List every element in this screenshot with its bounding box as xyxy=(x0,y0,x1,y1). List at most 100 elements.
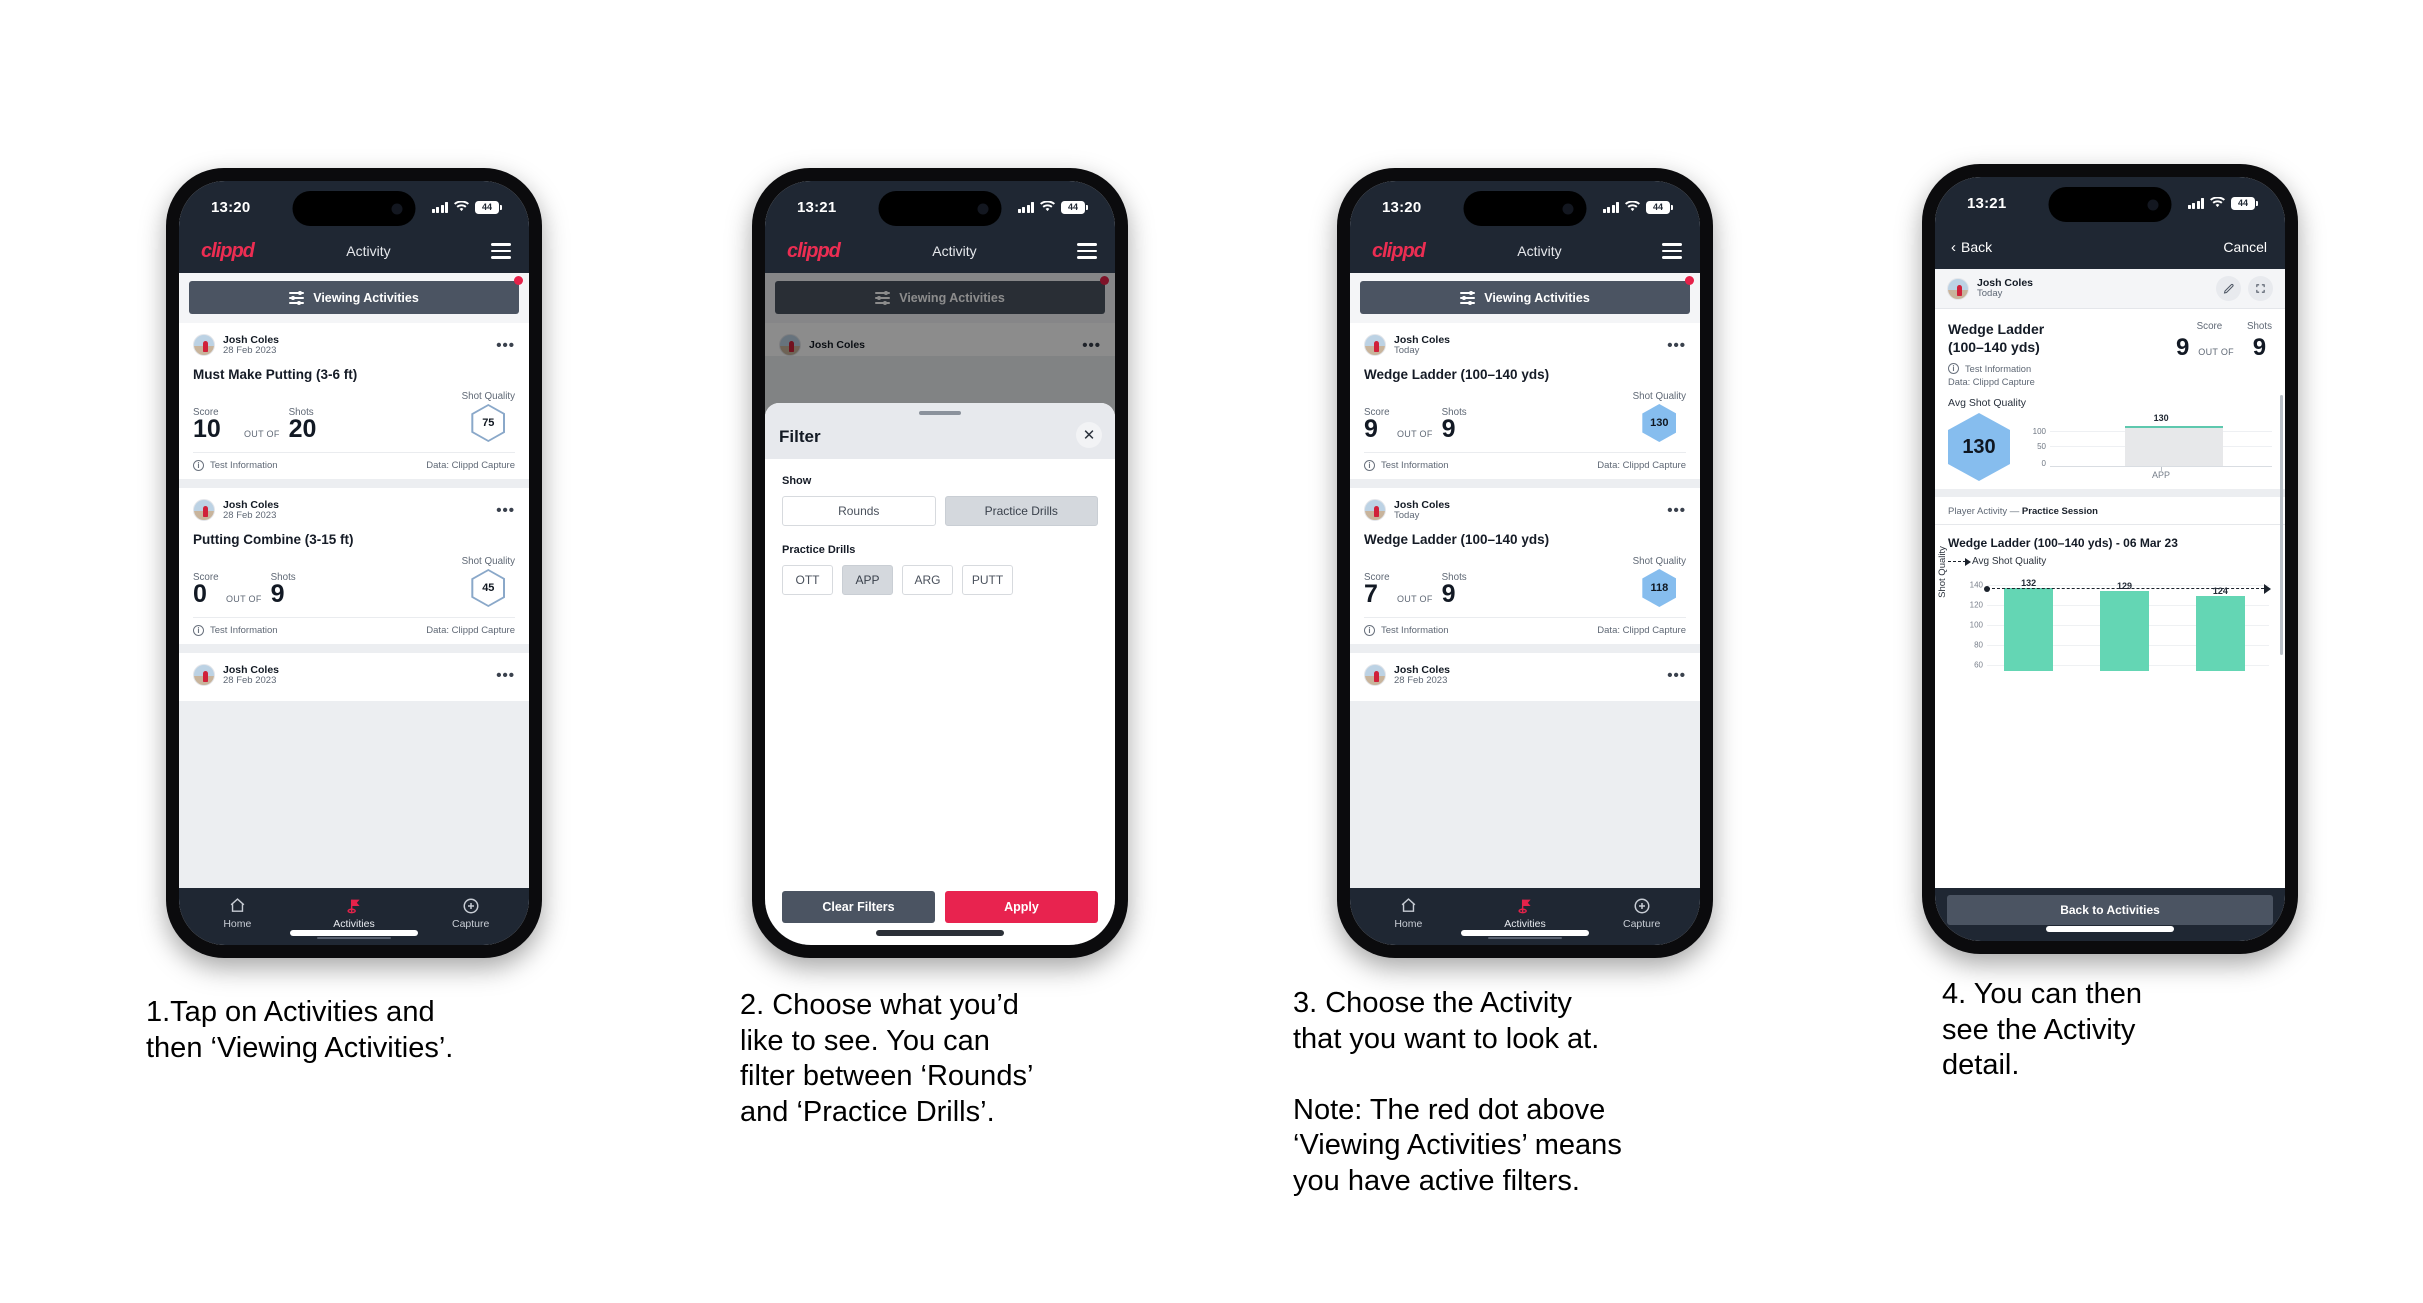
card-overflow-menu-icon[interactable]: ••• xyxy=(1667,668,1686,683)
practice-drills-section-label: Practice Drills xyxy=(782,544,856,556)
test-information-label[interactable]: Test Information xyxy=(210,625,278,636)
activity-feed[interactable]: Josh Coles Today ••• Wedge Ladder (100–1… xyxy=(1350,323,1700,888)
battery-indicator: 44 xyxy=(2231,196,2258,210)
tab-home-label: Home xyxy=(223,918,252,930)
avg-shot-quality-badge: 130 xyxy=(1948,413,2010,481)
tab-activities-label: Activities xyxy=(1504,918,1546,930)
wifi-icon xyxy=(1625,201,1640,212)
activity-card[interactable]: Josh Coles 28 Feb 2023 ••• xyxy=(1350,652,1700,701)
test-information-label[interactable]: Test Information xyxy=(210,460,278,471)
back-to-activities-button[interactable]: Back to Activities xyxy=(1947,895,2273,925)
test-information-label[interactable]: Test Information xyxy=(1381,625,1449,636)
tab-capture-label: Capture xyxy=(452,918,490,930)
activity-card[interactable]: Josh Coles Today ••• Wedge Ladder (100–1… xyxy=(1350,323,1700,479)
chart-ytick: 60 xyxy=(1974,660,1983,670)
card-overflow-menu-icon[interactable]: ••• xyxy=(496,503,515,518)
card-overflow-menu-icon[interactable]: ••• xyxy=(496,338,515,353)
tab-home-label: Home xyxy=(1394,918,1423,930)
shot-quality-badge: 118 xyxy=(1642,568,1677,607)
out-of-label: OUT OF xyxy=(226,593,262,604)
tab-capture-label: Capture xyxy=(1623,918,1661,930)
cellular-signal-icon xyxy=(2187,197,2204,209)
scrollbar[interactable] xyxy=(2280,395,2283,655)
detail-test-information[interactable]: Test Information xyxy=(1965,364,2031,374)
tab-home[interactable]: Home xyxy=(1350,895,1467,930)
apply-button[interactable]: Apply xyxy=(945,891,1098,923)
shots-value: 9 xyxy=(1441,415,1456,444)
phone-2-filter-sheet: 13:21 44 clippd Activity Viewing Activit… xyxy=(752,168,1128,958)
clear-filters-button[interactable]: Clear Filters xyxy=(782,891,935,923)
tab-capture[interactable]: Capture xyxy=(1583,895,1700,930)
activity-feed[interactable]: Josh Coles 28 Feb 2023 ••• Must Make Put… xyxy=(179,323,529,888)
chip-arg[interactable]: ARG xyxy=(902,565,953,595)
back-button[interactable]: ‹ Back xyxy=(1951,239,1992,255)
status-time: 13:21 xyxy=(797,198,837,216)
hamburger-menu-icon[interactable] xyxy=(491,243,511,259)
activity-card[interactable]: Josh Coles 28 Feb 2023 ••• Must Make Put… xyxy=(179,323,529,479)
hamburger-menu-icon[interactable] xyxy=(1662,243,1682,259)
tab-activities[interactable]: Activities xyxy=(296,895,413,939)
card-overflow-menu-icon[interactable]: ••• xyxy=(1667,338,1686,353)
chart-ytick: 120 xyxy=(1969,600,1983,610)
shot-quality-label: Shot Quality xyxy=(1632,555,1686,567)
activity-card[interactable]: Josh Coles 28 Feb 2023 ••• Putting Combi… xyxy=(179,487,529,644)
caption-line: that you want to look at. xyxy=(1293,1022,1600,1055)
shots-value: 20 xyxy=(288,415,317,444)
sheet-drag-handle[interactable] xyxy=(919,411,961,415)
viewing-activities-button[interactable]: Viewing Activities xyxy=(189,281,519,314)
app-header: clippd Activity xyxy=(765,229,1115,273)
shot-quality-label: Shot Quality xyxy=(461,390,515,402)
tab-capture[interactable]: Capture xyxy=(412,895,529,930)
avatar xyxy=(1364,499,1386,522)
activity-card[interactable]: Josh Coles Today ••• Wedge Ladder (100–1… xyxy=(1350,487,1700,644)
cancel-button[interactable]: Cancel xyxy=(2223,239,2267,255)
show-options-group: Rounds Practice Drills xyxy=(782,496,1098,526)
chip-rounds[interactable]: Rounds xyxy=(782,496,936,526)
detail-shots-label: Shots xyxy=(2246,321,2272,332)
front-camera-icon xyxy=(391,203,403,214)
close-icon[interactable]: ✕ xyxy=(1076,422,1102,448)
card-overflow-menu-icon[interactable]: ••• xyxy=(496,668,515,683)
caption-3: 3. Choose the Activity that you want to … xyxy=(1293,986,1853,1200)
hamburger-menu-icon[interactable] xyxy=(1077,243,1097,259)
chip-putt[interactable]: PUTT xyxy=(962,565,1013,595)
tab-home[interactable]: Home xyxy=(179,895,296,930)
info-icon: i xyxy=(193,624,204,636)
caption-line: like to see. You can xyxy=(740,1024,990,1057)
viewing-activities-button[interactable]: Viewing Activities xyxy=(1360,281,1690,314)
shot-quality-label: Shot Quality xyxy=(461,555,515,567)
chart-legend-label: Avg Shot Quality xyxy=(1972,556,2047,567)
card-overflow-menu-icon[interactable]: ••• xyxy=(1667,503,1686,518)
tab-activities-label: Activities xyxy=(333,918,375,930)
shot-quality-value: 45 xyxy=(473,570,504,605)
card-title: Must Make Putting (3-6 ft) xyxy=(193,366,358,382)
status-time: 13:20 xyxy=(1382,198,1422,216)
chart-bar xyxy=(2195,596,2246,671)
shots-value: 9 xyxy=(270,580,285,609)
chip-app[interactable]: APP xyxy=(842,565,893,595)
card-divider xyxy=(179,478,529,488)
tab-activities[interactable]: Activities xyxy=(1467,895,1584,939)
caption-2: 2. Choose what you’d like to see. You ca… xyxy=(740,988,1240,1131)
chart-y-axis-label: Shot Quality xyxy=(1937,546,1948,598)
activity-card[interactable]: Josh Coles 28 Feb 2023 ••• xyxy=(179,652,529,701)
home-icon xyxy=(179,895,296,916)
detail-score-label: Score xyxy=(2196,321,2223,332)
expand-icon[interactable] xyxy=(2248,276,2273,301)
chevron-left-icon: ‹ xyxy=(1951,238,1956,256)
chip-practice-drills[interactable]: Practice Drills xyxy=(944,496,1098,526)
test-information-label[interactable]: Test Information xyxy=(1381,460,1449,471)
player-activity-prefix: Player Activity — xyxy=(1948,506,2022,517)
avatar xyxy=(193,499,215,522)
front-camera-icon xyxy=(2147,199,2159,210)
shot-quality-badge: 45 xyxy=(471,568,506,607)
card-date: 28 Feb 2023 xyxy=(223,345,277,357)
shot-quality-label: Shot Quality xyxy=(1632,390,1686,402)
detail-user-date: Today xyxy=(1977,288,2003,300)
app-header: clippd Activity xyxy=(1350,229,1700,273)
chip-ott[interactable]: OTT xyxy=(782,565,833,595)
player-activity-row: Player Activity — Practice Session xyxy=(1935,497,2285,525)
mini-chart-ytick: 0 xyxy=(2041,459,2046,468)
pencil-icon[interactable] xyxy=(2216,276,2241,301)
detail-scroll-area[interactable]: Wedge Ladder (100–140 yds) i Test Informa… xyxy=(1935,309,2285,888)
